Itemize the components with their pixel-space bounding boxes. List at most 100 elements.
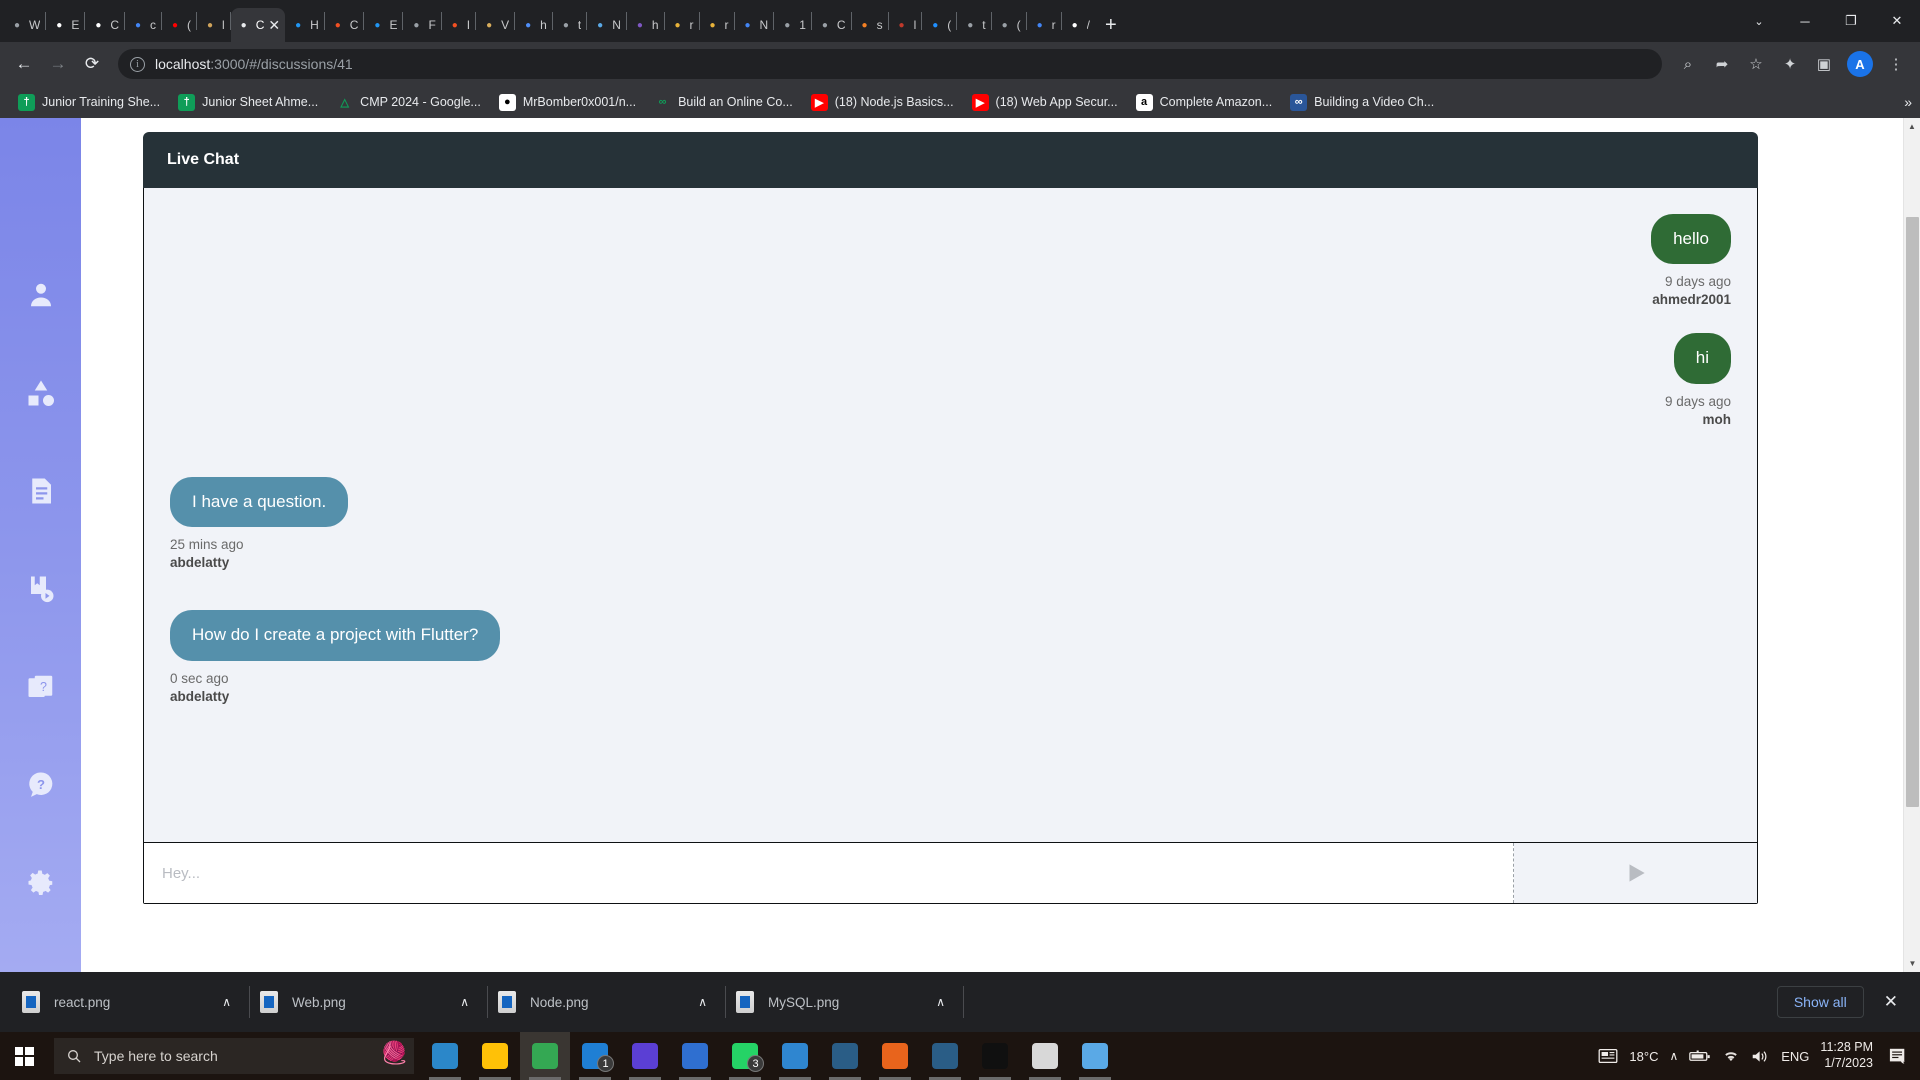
browser-tab[interactable]: ●F [403, 8, 440, 42]
close-downloads-bar-button[interactable]: ✕ [1874, 992, 1908, 1012]
taskbar-app-xampp[interactable] [870, 1032, 920, 1080]
browser-tab[interactable]: ●( [162, 8, 196, 42]
address-bar[interactable]: i localhost:3000/#/discussions/41 [118, 49, 1662, 79]
browser-tab[interactable]: ●N [587, 8, 626, 42]
browser-tab[interactable]: ●C✕ [231, 8, 285, 42]
taskbar-app-app[interactable] [620, 1032, 670, 1080]
page-scrollbar[interactable]: ▲ ▼ [1903, 118, 1920, 972]
bookmarks-overflow-button[interactable]: » [1904, 94, 1912, 110]
browser-tab[interactable]: ●s [852, 8, 888, 42]
browser-tab[interactable]: ●l [197, 8, 230, 42]
browser-tab[interactable]: ●r [700, 8, 734, 42]
taskbar-app-terminal[interactable] [970, 1032, 1020, 1080]
browser-tab[interactable]: ●V [476, 8, 514, 42]
show-all-downloads-button[interactable]: Show all [1777, 986, 1864, 1018]
browser-tab[interactable]: ●h [627, 8, 664, 42]
battery-icon[interactable] [1689, 1049, 1711, 1063]
bookmark-item[interactable]: ∞Build an Online Co... [646, 90, 801, 115]
chat-message-input[interactable] [144, 843, 1514, 903]
bookmark-item[interactable]: ∞Building a Video Ch... [1282, 90, 1442, 115]
info-icon[interactable]: i [130, 57, 145, 72]
bookmark-item[interactable]: †Junior Sheet Ahme... [170, 90, 326, 115]
browser-tab[interactable]: ●t [957, 8, 990, 42]
side-panel-icon[interactable]: ▣ [1808, 48, 1840, 80]
start-button[interactable] [0, 1032, 48, 1080]
download-item[interactable]: MySQL.png∧ [726, 980, 963, 1024]
download-item[interactable]: Node.png∧ [488, 980, 725, 1024]
news-weather-icon[interactable] [1598, 1048, 1618, 1064]
sidebar-item-shapes[interactable] [24, 376, 58, 410]
close-window-button[interactable]: ✕ [1874, 0, 1920, 42]
browser-tab[interactable]: ●1 [774, 8, 811, 42]
taskbar-app-paint[interactable] [1020, 1032, 1070, 1080]
maximize-button[interactable]: ❐ [1828, 0, 1874, 42]
clock[interactable]: 11:28 PM 1/7/2023 [1820, 1040, 1873, 1071]
browser-tab[interactable]: ●E [46, 8, 84, 42]
taskbar-app-edge[interactable] [420, 1032, 470, 1080]
taskbar-app-mysql[interactable] [920, 1032, 970, 1080]
notifications-icon[interactable] [1884, 1047, 1914, 1065]
browser-tab[interactable]: ●W [4, 8, 45, 42]
browser-tab[interactable]: ●r [1027, 8, 1061, 42]
share-icon[interactable]: ➦ [1706, 48, 1738, 80]
download-menu-chevron-icon[interactable]: ∧ [936, 995, 945, 1009]
download-menu-chevron-icon[interactable]: ∧ [698, 995, 707, 1009]
taskbar-app-mail[interactable]: 1 [570, 1032, 620, 1080]
taskbar-app-todo[interactable] [670, 1032, 720, 1080]
browser-menu-icon[interactable]: ⋮ [1880, 48, 1912, 80]
back-button[interactable]: ← [8, 48, 40, 80]
scroll-up-arrow[interactable]: ▲ [1904, 118, 1920, 135]
browser-tab[interactable]: ●( [922, 8, 956, 42]
bookmark-item[interactable]: ▶(18) Web App Secur... [964, 90, 1126, 115]
taskbar-app-chrome[interactable] [520, 1032, 570, 1080]
bookmark-item[interactable]: †Junior Training She... [10, 90, 168, 115]
tab-search-chevron-icon[interactable]: ⌄ [1736, 0, 1782, 42]
taskbar-app-mysql-workbench[interactable] [820, 1032, 870, 1080]
sidebar-item-quizzes[interactable]: ? [24, 670, 58, 704]
sidebar-item-profile[interactable] [24, 278, 58, 312]
extensions-icon[interactable]: ✦ [1774, 48, 1806, 80]
browser-tab[interactable]: ●h [515, 8, 552, 42]
bookmark-item[interactable]: aComplete Amazon... [1128, 90, 1281, 115]
browser-tab[interactable]: ●E [364, 8, 402, 42]
download-menu-chevron-icon[interactable]: ∧ [222, 995, 231, 1009]
browser-tab[interactable]: ●/ [1062, 8, 1095, 42]
taskbar-app-vscode[interactable] [770, 1032, 820, 1080]
reload-button[interactable]: ⟳ [76, 48, 108, 80]
browser-tab[interactable]: ●C [812, 8, 851, 42]
browser-tab[interactable]: ●l [889, 8, 922, 42]
browser-tab[interactable]: ●C [325, 8, 364, 42]
taskbar-app-whatsapp[interactable]: 3 [720, 1032, 770, 1080]
scrollbar-thumb[interactable] [1906, 217, 1919, 807]
sidebar-item-document[interactable] [24, 474, 58, 508]
browser-tab[interactable]: ●H [285, 8, 324, 42]
bookmark-item[interactable]: ●MrBomber0x001/n... [491, 90, 644, 115]
taskbar-app-file-explorer[interactable] [470, 1032, 520, 1080]
download-item[interactable]: Web.png∧ [250, 980, 487, 1024]
browser-tab[interactable]: ●r [665, 8, 699, 42]
volume-icon[interactable] [1751, 1049, 1770, 1064]
bookmark-star-icon[interactable]: ☆ [1740, 48, 1772, 80]
download-menu-chevron-icon[interactable]: ∧ [460, 995, 469, 1009]
send-message-button[interactable] [1514, 843, 1757, 903]
download-item[interactable]: react.png∧ [12, 980, 249, 1024]
close-tab-icon[interactable]: ✕ [268, 18, 280, 32]
language-indicator[interactable]: ENG [1781, 1049, 1809, 1064]
sidebar-item-lectures[interactable] [24, 572, 58, 606]
minimize-button[interactable]: ─ [1782, 0, 1828, 42]
browser-tab[interactable]: ●t [553, 8, 586, 42]
sidebar-item-discussions[interactable]: ? [24, 768, 58, 802]
taskbar-search[interactable]: Type here to search 🧶 [54, 1038, 414, 1074]
browser-tab[interactable]: ●c [125, 8, 161, 42]
tray-overflow-chevron-icon[interactable]: ∧ [1669, 1049, 1678, 1063]
browser-tab[interactable]: ●C [85, 8, 124, 42]
new-tab-button[interactable]: + [1095, 8, 1127, 42]
bookmark-item[interactable]: ▶(18) Node.js Basics... [803, 90, 962, 115]
sidebar-item-settings[interactable] [24, 866, 58, 900]
browser-tab[interactable]: ●I [442, 8, 475, 42]
scroll-down-arrow[interactable]: ▼ [1904, 955, 1920, 972]
wifi-icon[interactable] [1722, 1049, 1740, 1063]
browser-tab[interactable]: ●N [735, 8, 774, 42]
forward-button[interactable]: → [42, 48, 74, 80]
taskbar-app-photos[interactable] [1070, 1032, 1120, 1080]
